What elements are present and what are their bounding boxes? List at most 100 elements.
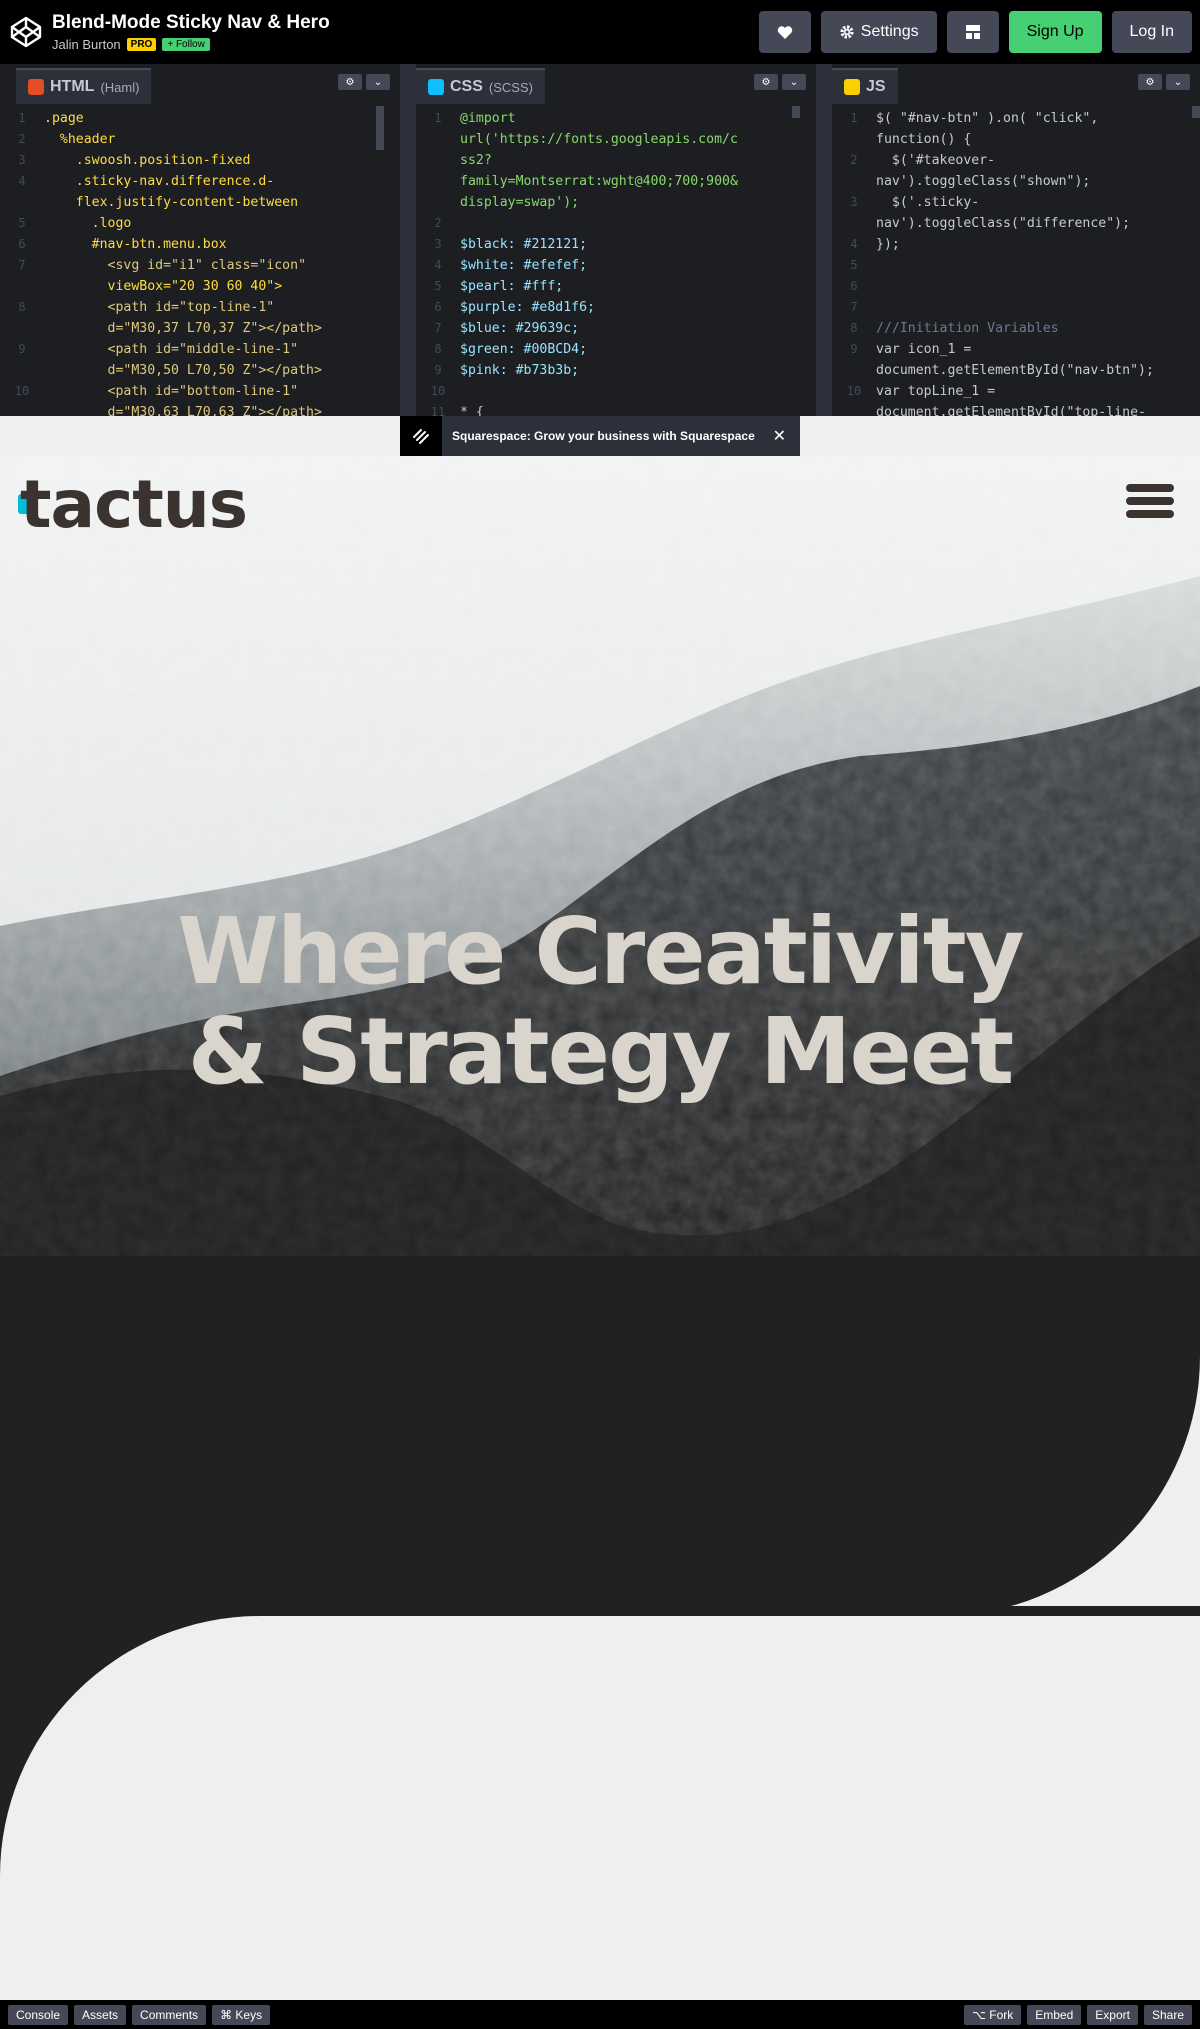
- code-line[interactable]: 5 $pearl: #fff;: [416, 276, 816, 297]
- site-logo[interactable]: tactus: [20, 466, 248, 543]
- like-button[interactable]: [758, 11, 811, 53]
- code-line[interactable]: 8 $green: #00BCD4;: [416, 339, 816, 360]
- code-line[interactable]: 9 $pink: #b73b3b;: [416, 360, 816, 381]
- codepen-logo-icon[interactable]: [8, 14, 44, 50]
- code-line[interactable]: 5 .logo: [0, 213, 400, 234]
- line-number: 3: [434, 237, 442, 251]
- menu-line-bottom: [1126, 510, 1174, 518]
- code-line[interactable]: 2 %header: [0, 129, 400, 150]
- code-line[interactable]: nav').toggleClass("shown");: [832, 171, 1200, 192]
- code-line[interactable]: 10 <path id="bottom-line-1": [0, 381, 400, 402]
- code-line[interactable]: 6 $purple: #e8d1f6;: [416, 297, 816, 318]
- css-collapse-chevron-icon[interactable]: ⌄: [782, 74, 806, 90]
- login-button[interactable]: Log In: [1111, 11, 1192, 53]
- html-scrollbar[interactable]: [376, 106, 384, 150]
- js-editor-header: JS ⚙ ⌄: [832, 64, 1200, 104]
- code-line[interactable]: 7: [832, 297, 1200, 318]
- code-line[interactable]: 1 .page: [0, 108, 400, 129]
- close-icon[interactable]: ✕: [773, 426, 786, 446]
- code-line[interactable]: 10: [416, 381, 816, 402]
- css-code-area[interactable]: 1 @import url('https://fonts.googleapis.co…: [416, 104, 816, 416]
- code-line[interactable]: document.getElementById("nav-btn");: [832, 360, 1200, 381]
- js-collapse-chevron-icon[interactable]: ⌄: [1166, 74, 1190, 90]
- line-number: 2: [850, 153, 858, 167]
- code-line[interactable]: viewBox="20 30 60 40">: [0, 276, 400, 297]
- code-line[interactable]: 6: [832, 276, 1200, 297]
- js-tab[interactable]: JS: [832, 68, 898, 104]
- css-settings-gear-icon[interactable]: ⚙: [754, 74, 778, 90]
- author-name[interactable]: Jalin Burton: [52, 37, 121, 52]
- comments-button[interactable]: Comments: [132, 2004, 207, 2025]
- html-settings-gear-icon[interactable]: ⚙: [338, 74, 362, 90]
- ad-text[interactable]: Squarespace: Grow your business with Squ…: [452, 429, 755, 443]
- console-button[interactable]: Console: [8, 2004, 69, 2025]
- code-line[interactable]: 7 <svg id="i1" class="icon": [0, 255, 400, 276]
- code-line[interactable]: d="M30,37 L70,37 Z"></path>: [0, 318, 400, 339]
- code-line[interactable]: 3 $('.sticky-: [832, 192, 1200, 213]
- code-line[interactable]: ss2?: [416, 150, 816, 171]
- code-line[interactable]: 8 <path id="top-line-1": [0, 297, 400, 318]
- code-line[interactable]: url('https://fonts.googleapis.com/c: [416, 129, 816, 150]
- follow-button[interactable]: + Follow: [162, 38, 210, 51]
- code-line[interactable]: 2: [416, 213, 816, 234]
- top-bar: Blend-Mode Sticky Nav & Hero Jalin Burto…: [0, 0, 1200, 64]
- code-text: .page: [44, 111, 84, 126]
- html-editor[interactable]: HTML (Haml) ⚙ ⌄ 1 .page 2 %header 3 .swoosh…: [0, 64, 416, 416]
- css-editor[interactable]: CSS (SCSS) ⚙ ⌄ 1 @import url('https://font…: [416, 64, 832, 416]
- code-line[interactable]: 2 $('#takeover-: [832, 150, 1200, 171]
- line-number: 1: [18, 111, 26, 125]
- code-line[interactable]: 8 ///Initiation Variables: [832, 318, 1200, 339]
- fork-button[interactable]: ⌥ Fork: [964, 2004, 1022, 2025]
- line-number: 5: [850, 258, 858, 272]
- code-line[interactable]: 1 @import: [416, 108, 816, 129]
- export-button[interactable]: Export: [1087, 2004, 1138, 2025]
- code-line[interactable]: 4 .sticky-nav.difference.d-: [0, 171, 400, 192]
- settings-button[interactable]: Settings: [820, 11, 937, 53]
- ad-banner[interactable]: Squarespace: Grow your business with Squ…: [400, 416, 800, 456]
- layout-button[interactable]: [946, 11, 999, 53]
- author-row: Jalin Burton PRO + Follow: [52, 37, 330, 52]
- code-line[interactable]: 3 .swoosh.position-fixed: [0, 150, 400, 171]
- code-text: <path id="bottom-line-1": [44, 384, 299, 399]
- code-line[interactable]: 4 $white: #efefef;: [416, 255, 816, 276]
- code-line[interactable]: document.getElementById("top-line-: [832, 402, 1200, 416]
- code-line[interactable]: 10 var topLine_1 =: [832, 381, 1200, 402]
- assets-button[interactable]: Assets: [74, 2004, 127, 2025]
- code-line[interactable]: 9 <path id="middle-line-1": [0, 339, 400, 360]
- code-line[interactable]: 11 * {: [416, 402, 816, 416]
- code-line[interactable]: family=Montserrat:wght@400;700;900&: [416, 171, 816, 192]
- code-line[interactable]: 3 $black: #212121;: [416, 234, 816, 255]
- code-line[interactable]: d="M30,50 L70,50 Z"></path>: [0, 360, 400, 381]
- code-line[interactable]: 6 #nav-btn.menu.box: [0, 234, 400, 255]
- embed-button[interactable]: Embed: [1027, 2004, 1082, 2025]
- share-button[interactable]: Share: [1143, 2004, 1192, 2025]
- code-line[interactable]: flex.justify-content-between: [0, 192, 400, 213]
- css-scrollbar[interactable]: [792, 106, 800, 118]
- code-line[interactable]: display=swap');: [416, 192, 816, 213]
- hamburger-menu-icon[interactable]: [1126, 484, 1174, 518]
- js-code-area[interactable]: 1 $( "#nav-btn" ).on( "click", function() …: [832, 104, 1200, 416]
- code-line[interactable]: nav').toggleClass("difference");: [832, 213, 1200, 234]
- code-line[interactable]: 5: [832, 255, 1200, 276]
- html-tab[interactable]: HTML (Haml): [16, 68, 152, 104]
- settings-label: Settings: [860, 23, 919, 40]
- html-collapse-chevron-icon[interactable]: ⌄: [366, 74, 390, 90]
- code-text: $black: #212121;: [460, 237, 588, 252]
- code-line[interactable]: 7 $blue: #29639c;: [416, 318, 816, 339]
- swoosh-curve: [0, 1616, 1200, 2000]
- code-line[interactable]: function() {: [832, 129, 1200, 150]
- js-scrollbar[interactable]: [1192, 106, 1200, 118]
- keys-button[interactable]: ⌘ Keys: [212, 2004, 271, 2025]
- signup-button[interactable]: Sign Up: [1008, 11, 1102, 53]
- js-settings-gear-icon[interactable]: ⚙: [1138, 74, 1162, 90]
- code-line[interactable]: 4});: [832, 234, 1200, 255]
- code-text: $pearl: #fff;: [460, 279, 564, 294]
- css-tab[interactable]: CSS (SCSS): [416, 68, 545, 104]
- css-tab-sub: (SCSS): [488, 79, 533, 95]
- code-line[interactable]: d="M30,63 L70,63 Z"></path>: [0, 402, 400, 416]
- code-line[interactable]: 1 $( "#nav-btn" ).on( "click",: [832, 108, 1200, 129]
- html-code-area[interactable]: 1 .page 2 %header 3 .swoosh.position-fixed 4…: [0, 104, 400, 416]
- code-line[interactable]: 9 var icon_1 =: [832, 339, 1200, 360]
- js-editor[interactable]: JS ⚙ ⌄ 1 $( "#nav-btn" ).on( "click", func…: [832, 64, 1200, 416]
- pen-title[interactable]: Blend-Mode Sticky Nav & Hero: [52, 12, 330, 34]
